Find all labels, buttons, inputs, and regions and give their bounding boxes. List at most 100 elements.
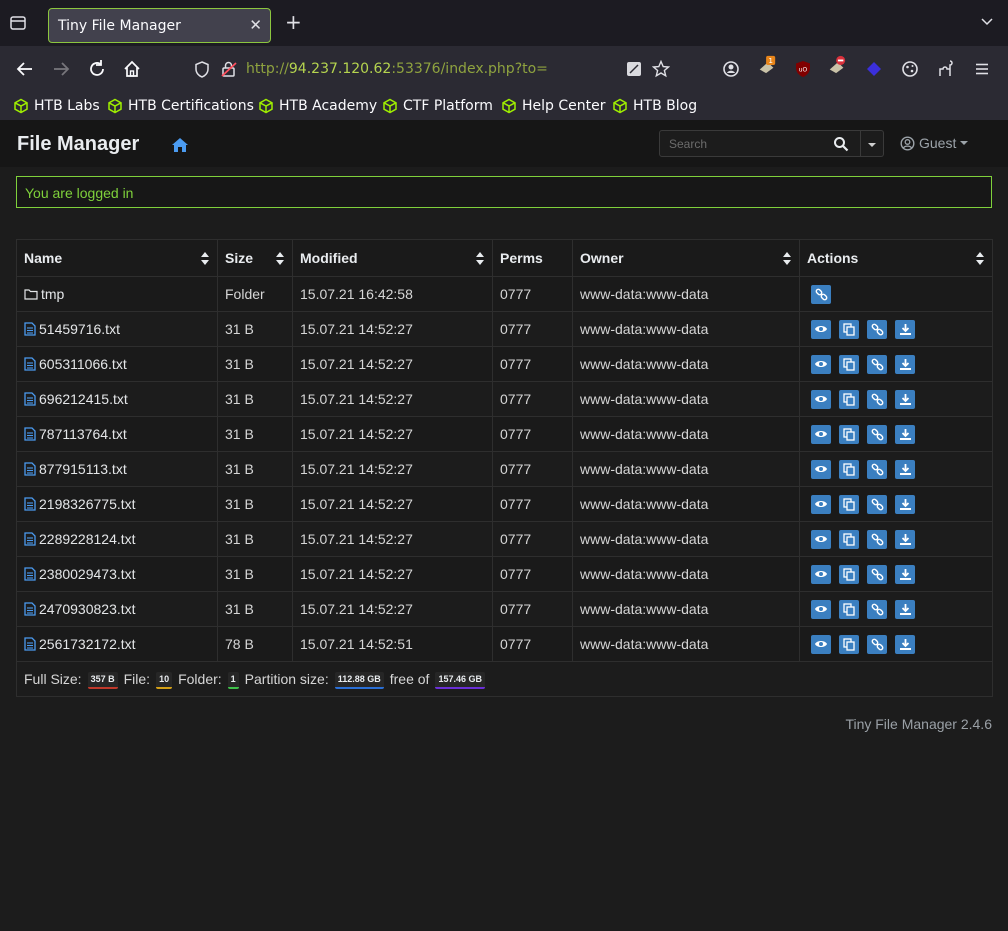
- sort-icon[interactable]: [201, 252, 209, 265]
- copy-button[interactable]: [839, 529, 859, 549]
- copy-button[interactable]: [839, 319, 859, 339]
- tab-list-icon[interactable]: [9, 14, 27, 32]
- search-input[interactable]: [659, 130, 861, 157]
- download-button[interactable]: [895, 564, 915, 584]
- file-link[interactable]: 787113764.txt: [24, 426, 217, 442]
- header-modified[interactable]: Modified: [292, 239, 493, 277]
- direct-link-button[interactable]: [867, 389, 887, 409]
- perms-cell[interactable]: 0777: [492, 346, 573, 382]
- download-button[interactable]: [895, 319, 915, 339]
- perms-cell[interactable]: 0777: [492, 556, 573, 592]
- sort-icon[interactable]: [276, 252, 284, 265]
- perms-cell[interactable]: 0777: [492, 381, 573, 417]
- download-button[interactable]: [895, 459, 915, 479]
- extension-stop-icon[interactable]: [827, 55, 847, 75]
- file-link[interactable]: 2561732172.txt: [24, 636, 217, 652]
- download-button[interactable]: [895, 529, 915, 549]
- perms-cell[interactable]: 0777: [492, 486, 573, 522]
- tab-close-icon[interactable]: ✕: [249, 17, 262, 33]
- file-link[interactable]: 51459716.txt: [24, 321, 217, 337]
- bookmark-help-center[interactable]: Help Center: [501, 96, 606, 116]
- search-dropdown-button[interactable]: [861, 130, 884, 157]
- extension-notification-icon[interactable]: 1: [757, 55, 777, 75]
- file-link[interactable]: tmp: [24, 286, 217, 302]
- download-button[interactable]: [895, 599, 915, 619]
- file-link[interactable]: 605311066.txt: [24, 356, 217, 372]
- download-button[interactable]: [895, 494, 915, 514]
- direct-link-button[interactable]: [867, 354, 887, 374]
- header-size[interactable]: Size: [217, 239, 293, 277]
- perms-cell[interactable]: 0777: [492, 416, 573, 452]
- direct-link-button[interactable]: [867, 599, 887, 619]
- view-button[interactable]: [811, 354, 831, 374]
- copy-button[interactable]: [839, 494, 859, 514]
- sort-icon[interactable]: [783, 252, 791, 265]
- view-button[interactable]: [811, 529, 831, 549]
- copy-button[interactable]: [839, 459, 859, 479]
- bookmark-htb-academy[interactable]: HTB Academy: [258, 96, 377, 116]
- file-link[interactable]: 2380029473.txt: [24, 566, 217, 582]
- copy-button[interactable]: [839, 564, 859, 584]
- copy-button[interactable]: [839, 354, 859, 374]
- extensions-puzzle-icon[interactable]: [936, 59, 956, 79]
- search-icon[interactable]: [833, 136, 849, 152]
- perms-cell[interactable]: 0777: [492, 521, 573, 557]
- file-link[interactable]: 696212415.txt: [24, 391, 217, 407]
- ublock-icon[interactable]: uO: [793, 59, 813, 79]
- bookmark-star-icon[interactable]: [652, 60, 670, 78]
- file-link[interactable]: 877915113.txt: [24, 461, 217, 477]
- direct-link-button[interactable]: [867, 494, 887, 514]
- view-button[interactable]: [811, 459, 831, 479]
- view-button[interactable]: [811, 319, 831, 339]
- reader-view-icon[interactable]: [626, 61, 642, 77]
- download-button[interactable]: [895, 389, 915, 409]
- file-link[interactable]: 2198326775.txt: [24, 496, 217, 512]
- direct-link-button[interactable]: [867, 459, 887, 479]
- hamburger-menu-icon[interactable]: [972, 59, 992, 79]
- header-owner[interactable]: Owner: [572, 239, 800, 277]
- chevron-down-icon[interactable]: [980, 16, 994, 26]
- app-brand[interactable]: File Manager: [17, 133, 139, 156]
- direct-link-button[interactable]: [811, 284, 831, 304]
- back-arrow-icon[interactable]: [14, 58, 36, 80]
- file-link[interactable]: 2470930823.txt: [24, 601, 217, 617]
- url-bar[interactable]: http://94.237.120.62:53376/index.php?to=: [186, 50, 688, 88]
- shield-icon[interactable]: [194, 61, 210, 78]
- extension-diamond-icon[interactable]: [864, 59, 884, 79]
- direct-link-button[interactable]: [867, 564, 887, 584]
- download-button[interactable]: [895, 634, 915, 654]
- view-button[interactable]: [811, 389, 831, 409]
- home-icon[interactable]: [121, 58, 143, 80]
- view-button[interactable]: [811, 634, 831, 654]
- file-link[interactable]: 2289228124.txt: [24, 531, 217, 547]
- bookmark-htb-certifications[interactable]: HTB Certifications: [107, 96, 254, 116]
- view-button[interactable]: [811, 494, 831, 514]
- download-button[interactable]: [895, 354, 915, 374]
- direct-link-button[interactable]: [867, 319, 887, 339]
- bookmark-htb-blog[interactable]: HTB Blog: [612, 96, 697, 116]
- header-actions[interactable]: Actions: [799, 239, 993, 277]
- forward-arrow-icon[interactable]: [50, 58, 72, 80]
- user-menu[interactable]: Guest: [900, 135, 969, 151]
- header-name[interactable]: Name: [16, 239, 218, 277]
- bookmark-ctf-platform[interactable]: CTF Platform: [382, 96, 493, 116]
- home-icon[interactable]: [171, 137, 189, 153]
- sort-icon[interactable]: [976, 252, 984, 265]
- reload-icon[interactable]: [86, 58, 108, 80]
- perms-cell[interactable]: 0777: [492, 626, 573, 662]
- perms-cell[interactable]: 0777: [492, 591, 573, 627]
- view-button[interactable]: [811, 424, 831, 444]
- copy-button[interactable]: [839, 634, 859, 654]
- copy-button[interactable]: [839, 389, 859, 409]
- copy-button[interactable]: [839, 424, 859, 444]
- direct-link-button[interactable]: [867, 634, 887, 654]
- cookie-icon[interactable]: [900, 59, 920, 79]
- insecure-lock-icon[interactable]: [220, 60, 238, 78]
- copy-button[interactable]: [839, 599, 859, 619]
- direct-link-button[interactable]: [867, 424, 887, 444]
- perms-cell[interactable]: 0777: [492, 276, 573, 312]
- bookmark-htb-labs[interactable]: HTB Labs: [13, 96, 100, 116]
- view-button[interactable]: [811, 564, 831, 584]
- view-button[interactable]: [811, 599, 831, 619]
- url-text[interactable]: http://94.237.120.62:53376/index.php?to=: [246, 61, 548, 77]
